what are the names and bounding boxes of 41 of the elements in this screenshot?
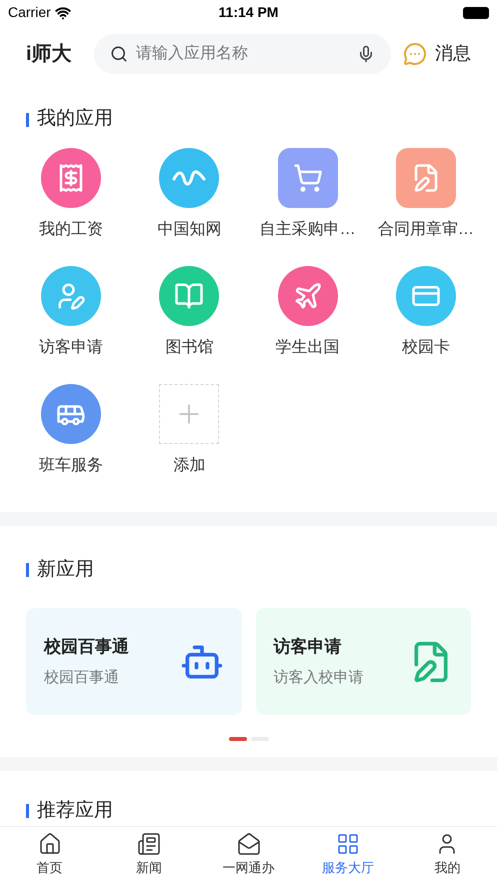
app-logo: i师大 [26, 42, 73, 67]
cart-icon[interactable] [278, 148, 338, 208]
tab-bar-item[interactable]: 首页 [0, 826, 100, 883]
app-card[interactable]: 访客申请 访客入校申请 [256, 608, 471, 716]
card-subtitle: 访客入校申请 [274, 668, 364, 688]
chat-bubble-icon [403, 42, 427, 66]
section-title: 新应用 [37, 558, 94, 582]
wifi-icon [54, 4, 71, 21]
card-title: 校园百事通 [44, 636, 129, 658]
status-time: 11:14 PM [218, 3, 278, 22]
messages-button[interactable]: 消息 [403, 40, 471, 68]
tab-bar-item[interactable]: 服务大厅 [298, 826, 398, 883]
app-label[interactable]: 自主采购申… [260, 218, 356, 242]
card-subtitle: 校园百事通 [44, 668, 120, 688]
search-bar[interactable]: 请输入应用名称 [94, 34, 391, 74]
mail-icon [236, 832, 261, 856]
search-field[interactable]: 请输入应用名称 [136, 42, 349, 66]
app-label[interactable]: 添加 [173, 454, 206, 478]
card-title: 访客申请 [274, 636, 342, 658]
carrier-label: Carrier [8, 3, 51, 22]
contract-icon[interactable] [396, 148, 456, 208]
search-icon [110, 44, 128, 63]
tab-bar-item[interactable]: 一网通办 [198, 826, 298, 883]
section-title: 我的应用 [37, 107, 113, 132]
home-icon [38, 832, 62, 856]
app-label[interactable]: 学生出国 [276, 336, 340, 360]
app-card[interactable]: 校园百事通 校园百事通 [26, 608, 242, 716]
app-label[interactable]: 班车服务 [39, 454, 104, 478]
add-tile[interactable] [159, 384, 220, 444]
tab-bar-item[interactable]: 新闻 [99, 826, 199, 883]
app-label[interactable]: 访客申请 [39, 336, 104, 360]
app-label[interactable]: 中国知网 [157, 218, 222, 242]
battery-icon [463, 6, 489, 19]
tab-bar-item[interactable]: 我的 [398, 826, 497, 883]
microphone-icon[interactable] [357, 44, 375, 63]
app-label[interactable]: 我的工资 [39, 218, 104, 242]
app-label[interactable]: 图书馆 [165, 336, 214, 360]
news-icon [137, 832, 162, 856]
app-label[interactable]: 校园卡 [402, 336, 450, 360]
section-title: 推荐应用 [37, 799, 113, 824]
app-label[interactable]: 合同用章审… [378, 218, 474, 242]
